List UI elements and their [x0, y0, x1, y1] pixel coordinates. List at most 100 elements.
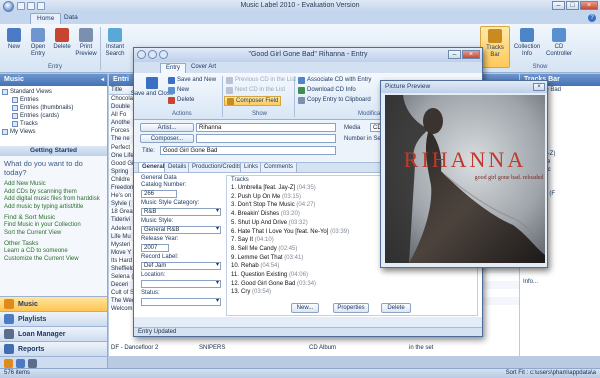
new-button[interactable]: New	[2, 26, 26, 51]
tree-entries[interactable]: Entries	[2, 96, 105, 104]
link-customize-view[interactable]: Customize the Current View	[4, 256, 103, 264]
collection-info-button[interactable]: Collection Info	[512, 26, 542, 58]
link-add-cds-scanning[interactable]: Add CDs by scanning them	[4, 189, 103, 197]
print-preview-button[interactable]: Print Preview	[74, 26, 98, 58]
tab-home[interactable]: Home	[30, 13, 62, 24]
status-select[interactable]	[141, 298, 221, 306]
shortcut-loans-icon[interactable]	[28, 359, 37, 368]
ribbon-group-show: Show	[532, 64, 548, 70]
open-entry-button[interactable]: Open Entry	[26, 26, 50, 58]
save-and-close-button[interactable]: Save and Close	[131, 77, 173, 98]
tab-entry[interactable]: Entry	[160, 63, 187, 73]
track-name: 6. Hate That I Love You [feat. Ne-Yo]	[231, 228, 329, 235]
track-row[interactable]: 12. Good Girl Gone Bad (03:34)	[231, 280, 316, 288]
cell-place: in the set	[409, 345, 434, 351]
record-label-label: Record Label:	[141, 254, 179, 260]
dialog-close-button[interactable]: ×	[462, 50, 480, 59]
tracks-bar-row[interactable]: Info...	[520, 278, 600, 286]
nav-loan-manager[interactable]: Loan Manager	[0, 326, 107, 341]
link-find-music[interactable]: Find Music in your Collection	[4, 222, 103, 230]
artist-field[interactable]: Rihanna	[196, 123, 336, 132]
preview-close-button[interactable]: ×	[533, 83, 545, 91]
track-length: (04:06)	[288, 272, 308, 278]
close-button[interactable]: ×	[580, 1, 598, 10]
tree-my-views[interactable]: My Views	[2, 128, 105, 136]
track-row[interactable]: 10. Rehab (04:54)	[231, 262, 279, 270]
tab-cover-art[interactable]: Cover Art	[186, 63, 221, 73]
track-properties-button[interactable]: Properties	[333, 303, 369, 313]
track-row[interactable]: 2. Push Up On Me (03:15)	[231, 193, 301, 201]
track-row[interactable]: 3. Don't Stop The Music (04:27)	[231, 201, 315, 209]
tracks-label: Tracks	[231, 177, 249, 183]
style-category-select[interactable]: R&B	[141, 208, 221, 216]
tree-standard-views[interactable]: Standard Views	[2, 88, 105, 96]
associate-cd-button[interactable]: Associate CD with Entry	[298, 76, 371, 84]
track-name: 9. Lemme Get That	[231, 254, 283, 261]
track-row[interactable]: 7. Say It (04:10)	[231, 236, 274, 244]
track-row[interactable]: 13. Cry (03:54)	[231, 288, 271, 296]
track-delete-button[interactable]: Delete	[381, 303, 411, 313]
track-new-button[interactable]: New...	[291, 303, 319, 313]
new-entry-button[interactable]: New	[168, 86, 189, 94]
tree-entries-thumbnails[interactable]: Entries (thumbnails)	[2, 104, 105, 112]
track-row[interactable]: 9. Lemme Get That (03:41)	[231, 254, 303, 262]
track-row[interactable]: 11. Question Existing (04:06)	[231, 271, 308, 279]
track-name: 3. Don't Stop The Music	[231, 202, 295, 209]
link-loan-cd[interactable]: Learn a CD to someone	[4, 248, 103, 256]
group-modification: Modificat	[358, 111, 383, 117]
pin-icon[interactable]: ◂	[101, 76, 104, 83]
getting-started-header[interactable]: Getting Started	[0, 146, 107, 156]
delete-button[interactable]: Delete	[50, 26, 74, 51]
composer-field-button[interactable]: Composer Field	[224, 96, 282, 106]
list-row-last[interactable]: DF - Dancefloor 2 SNIPERS CD Album in th…	[109, 344, 519, 353]
cell-title: DF - Dancefloor 2	[111, 345, 159, 351]
number-in-set-label: Number in Set	[344, 136, 383, 142]
track-length: (03:15)	[282, 193, 302, 200]
record-label-select[interactable]: Def Jam	[141, 262, 221, 270]
cd-controller-button[interactable]: CD Controller	[544, 26, 574, 58]
release-year-field[interactable]: 2007	[141, 244, 169, 252]
shortcut-playlists-icon[interactable]	[16, 359, 25, 368]
tab-data[interactable]: Data	[58, 13, 84, 24]
track-row[interactable]: 6. Hate That I Love You [feat. Ne-Yo] (0…	[231, 228, 349, 236]
catalog-number-field[interactable]: 266	[141, 190, 177, 198]
cd-controller-icon	[552, 28, 566, 42]
download-icon	[298, 86, 305, 94]
track-name: 2. Push Up On Me	[231, 193, 281, 200]
link-add-by-typing[interactable]: Add music by typing artist/title	[4, 204, 103, 212]
instant-search-button[interactable]: Instant Search	[103, 26, 127, 58]
minimize-button[interactable]: –	[552, 1, 565, 10]
save-and-new-button[interactable]: Save and New	[168, 76, 216, 84]
composer-field[interactable]	[196, 134, 336, 143]
link-sort-view[interactable]: Sort the Current View	[4, 230, 103, 238]
artist-button[interactable]: Artist...	[140, 123, 194, 132]
tracks-bar-row[interactable]	[520, 270, 600, 278]
new-icon	[168, 86, 175, 94]
delete-entry-button[interactable]: Delete	[168, 96, 194, 104]
music-style-select[interactable]: General R&B	[141, 226, 221, 234]
composer-button[interactable]: Composer...	[140, 134, 194, 143]
shortcut-music-icon[interactable]	[4, 359, 13, 368]
track-row[interactable]: 8. Sell Me Candy (02:45)	[231, 245, 297, 253]
track-row[interactable]: 4. Breakin' Dishes (03:20)	[231, 210, 300, 218]
nav-music[interactable]: Music	[0, 296, 107, 311]
help-icon[interactable]: ?	[588, 14, 596, 22]
maximize-button[interactable]: □	[566, 1, 579, 10]
location-select[interactable]	[141, 280, 221, 288]
track-row[interactable]: 1. Umbrella [feat. Jay-Z] (04:35)	[231, 184, 316, 192]
title-field[interactable]: Good Girl Gone Bad	[160, 146, 336, 155]
next-cd-button[interactable]: Next CD in the List	[226, 86, 285, 94]
track-row[interactable]: 5. Shut Up And Drive (03:32)	[231, 219, 308, 227]
copy-entry-button[interactable]: Copy Entry to Clipboard	[298, 96, 371, 104]
section-other-tasks: Other Tasks	[4, 240, 39, 247]
link-add-new-music[interactable]: Add New Music	[4, 181, 103, 189]
dialog-minimize-button[interactable]: –	[448, 50, 461, 59]
link-add-digital-files[interactable]: Add digital music files from harddisk	[4, 196, 103, 204]
nav-reports[interactable]: Reports	[0, 341, 107, 356]
tree-tracks[interactable]: Tracks	[2, 120, 105, 128]
tree-entries-cards[interactable]: Entries (cards)	[2, 112, 105, 120]
download-cd-info-button[interactable]: Download CD Info	[298, 86, 356, 94]
nav-playlists[interactable]: Playlists	[0, 311, 107, 326]
previous-cd-button[interactable]: Previous CD in the List	[226, 76, 296, 84]
tracks-bar-button[interactable]: Tracks Bar	[480, 26, 510, 68]
